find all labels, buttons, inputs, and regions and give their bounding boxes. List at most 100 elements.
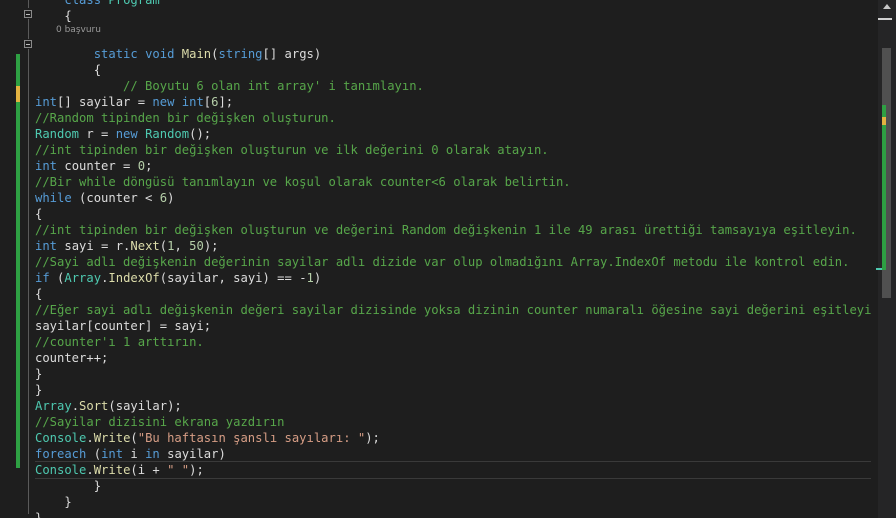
code-line[interactable]: {: [35, 206, 42, 222]
code-token: {: [35, 9, 72, 23]
code-line[interactable]: }: [35, 494, 72, 510]
change-indicator-saved: [16, 54, 20, 86]
code-token: //counter'ı 1 arttırın.: [35, 335, 204, 349]
code-token: //Sayilar dizisini ekrana yazdırın: [35, 415, 285, 429]
code-token: );: [365, 431, 380, 445]
code-line[interactable]: int counter = 0;: [35, 158, 152, 174]
code-token: i: [123, 447, 146, 461]
current-code-line[interactable]: Console.Write(i + " ");: [35, 461, 871, 479]
code-line[interactable]: Array.Sort(sayilar);: [35, 398, 182, 414]
scroll-up-arrow-icon[interactable]: [883, 4, 891, 9]
code-token: Random: [35, 127, 80, 141]
code-line[interactable]: //int tipinden bir değişken oluşturun ve…: [35, 142, 549, 158]
code-editor[interactable]: 0 başvuru class Program { static void Ma…: [0, 0, 896, 518]
fold-toggle-method[interactable]: [24, 40, 32, 48]
code-token: sayilar): [159, 447, 226, 461]
code-token: (sayilar, sayi) == -: [159, 271, 307, 285]
code-token: Array: [35, 399, 72, 413]
code-token: new: [152, 95, 175, 109]
code-token: sayilar[counter] = sayi;: [35, 319, 212, 333]
scrollbar-change-marker: [882, 105, 886, 117]
code-token: {: [35, 63, 102, 77]
code-token: IndexOf: [108, 271, 160, 285]
code-token: //Sayi adlı değişkenin değerinin sayilar…: [35, 255, 850, 269]
code-token: [] args): [262, 47, 322, 61]
code-line[interactable]: //counter'ı 1 arttırın.: [35, 334, 204, 350]
code-token: .: [71, 399, 80, 413]
fold-guide: [28, 0, 29, 8]
code-token: Program: [108, 0, 160, 7]
code-token: // Boyutu 6 olan int array' i tanımlayın…: [35, 79, 424, 93]
code-line[interactable]: int sayi = r.Next(1, 50);: [35, 238, 219, 254]
code-token: Random: [145, 127, 190, 141]
scrollbar-caret-marker: [876, 268, 882, 270]
code-token: }: [35, 479, 102, 493]
code-line[interactable]: static void Main(string[] args): [35, 46, 322, 62]
change-indicator-saved: [16, 102, 20, 468]
code-line[interactable]: }: [35, 382, 42, 398]
code-area[interactable]: class Program { static void Main(string[…: [35, 0, 871, 518]
code-line[interactable]: }: [35, 478, 101, 494]
code-token: }: [35, 383, 43, 397]
code-token: sayi = r.: [57, 239, 131, 253]
code-line[interactable]: int[] sayilar = new int[6];: [35, 94, 233, 110]
code-token: class: [64, 0, 102, 7]
code-token: int: [35, 159, 58, 173]
code-line[interactable]: // Boyutu 6 olan int array' i tanımlayın…: [35, 78, 424, 94]
code-line[interactable]: //Sayilar dizisini ekrana yazdırın: [35, 414, 284, 430]
code-line[interactable]: }: [35, 366, 42, 382]
code-token: counter++;: [35, 351, 109, 365]
code-token: }: [35, 367, 43, 381]
code-token: foreach: [35, 447, 87, 461]
code-line[interactable]: //Sayi adlı değişkenin değerinin sayilar…: [35, 254, 849, 270]
code-token: int: [101, 447, 124, 461]
code-token: Sort: [79, 399, 109, 413]
code-token: ];: [218, 95, 234, 109]
code-line[interactable]: Random r = new Random();: [35, 126, 211, 142]
code-token: int: [181, 95, 204, 109]
code-line[interactable]: //Random tipinden bir değişken oluşturun…: [35, 110, 336, 126]
code-token: ): [167, 191, 175, 205]
code-line[interactable]: if (Array.IndexOf(sayilar, sayi) == -1): [35, 270, 321, 286]
change-indicator-unsaved: [16, 86, 20, 102]
code-line[interactable]: {: [35, 286, 42, 302]
code-line[interactable]: class Program: [35, 0, 160, 8]
code-token: (: [49, 271, 65, 285]
code-line[interactable]: //int tipinden bir değişken oluşturun ve…: [35, 222, 857, 238]
code-token: (sayilar);: [108, 399, 182, 413]
code-token: static: [93, 47, 138, 61]
code-line[interactable]: //Bir while döngüsü tanımlayın ve koşul …: [35, 174, 571, 190]
code-token: int: [35, 239, 58, 253]
code-token: (: [130, 431, 138, 445]
editor-gutter: [0, 0, 34, 518]
code-line[interactable]: Console.Write("Bu haftasın şanslı sayıla…: [35, 430, 380, 446]
code-line[interactable]: //Eğer sayi adlı değişkenin değeri sayil…: [35, 302, 871, 318]
code-token: ,: [174, 239, 190, 253]
code-token: while: [35, 191, 72, 205]
code-line[interactable]: counter++;: [35, 350, 108, 366]
code-line[interactable]: {: [35, 8, 72, 24]
fold-guide: [28, 19, 29, 39]
code-line[interactable]: while (counter < 6): [35, 190, 174, 206]
code-line[interactable]: foreach (int i in sayilar): [35, 446, 226, 462]
code-token: 6: [159, 191, 168, 205]
vertical-scrollbar[interactable]: [876, 0, 896, 518]
code-line[interactable]: }: [35, 510, 42, 518]
code-token: }: [35, 495, 72, 509]
fold-toggle-class[interactable]: [24, 10, 32, 18]
code-token: Array: [64, 271, 102, 285]
code-line[interactable]: sayilar[counter] = sayi;: [35, 318, 211, 334]
code-token: );: [189, 463, 204, 477]
code-token: 0: [137, 159, 146, 173]
code-token: .: [86, 463, 94, 477]
code-token: }: [35, 511, 43, 518]
code-token: void: [145, 47, 175, 61]
code-token: );: [203, 239, 219, 253]
code-line[interactable]: {: [35, 62, 101, 78]
code-token: if: [35, 271, 50, 285]
